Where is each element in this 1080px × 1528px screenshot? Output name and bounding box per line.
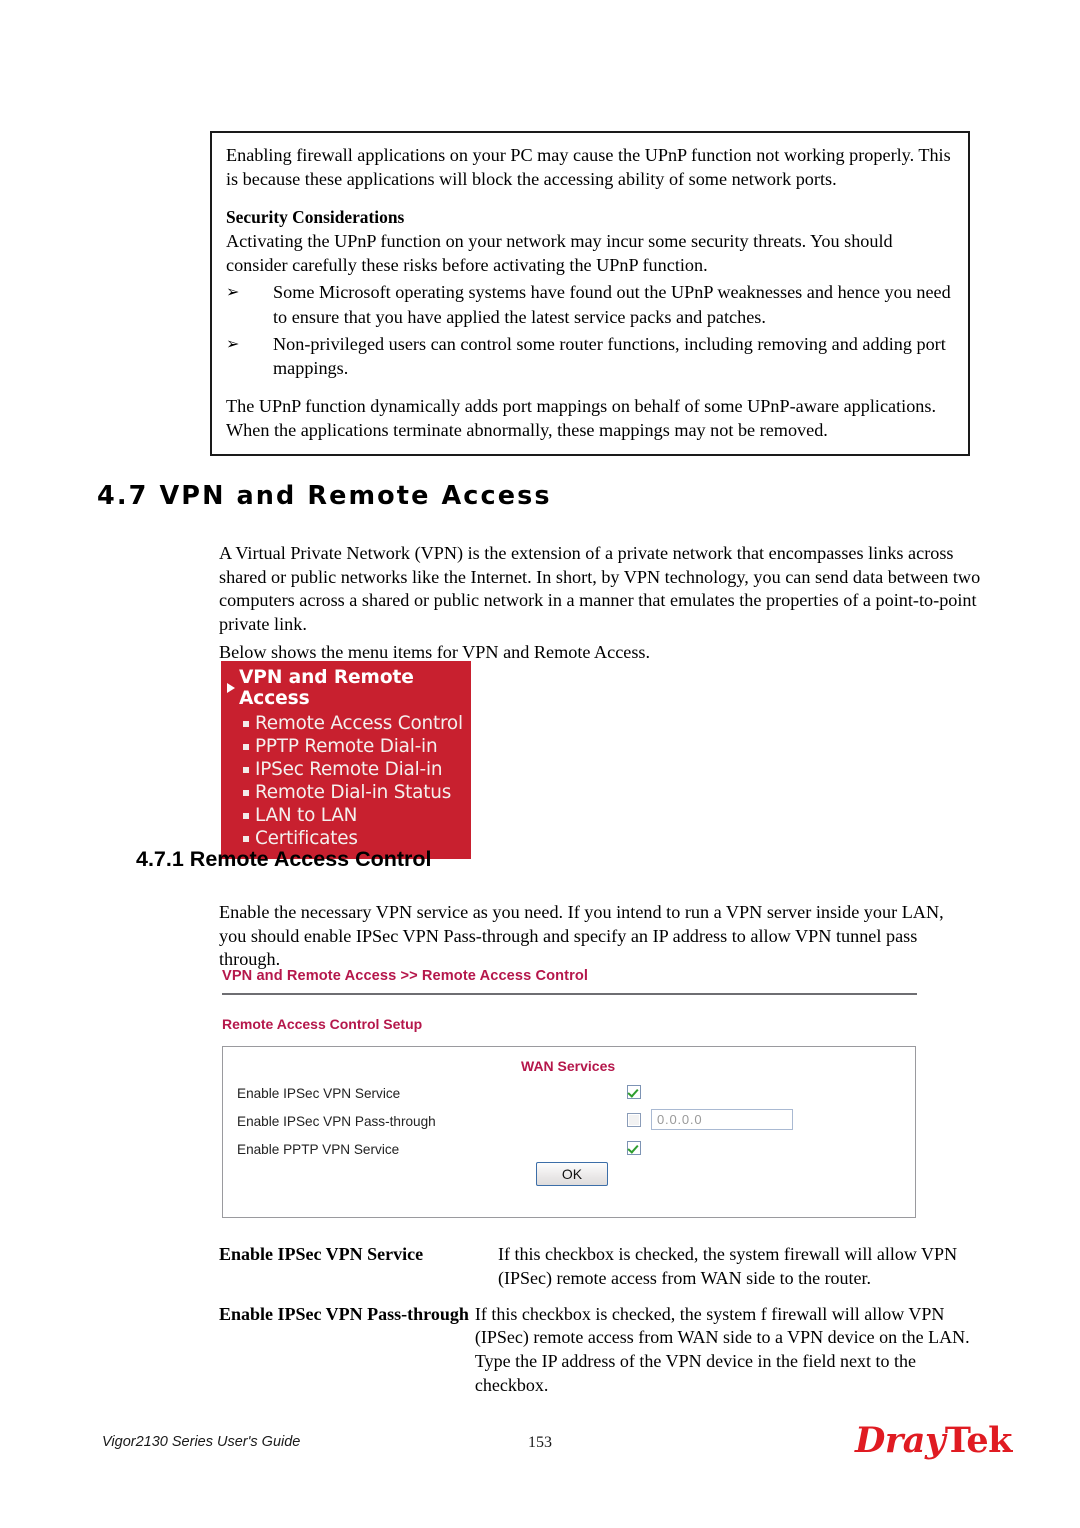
definition-term: Enable IPSec VPN Service — [219, 1244, 424, 1264]
square-bullet-icon — [243, 835, 249, 842]
vpn-menu-block: VPN and Remote Access Remote Access Cont… — [221, 661, 471, 859]
callout-paragraph-2: Activating the UPnP function on your net… — [226, 230, 893, 276]
definition-item: Enable IPSec VPN Pass-through If this ch… — [219, 1303, 979, 1398]
breadcrumb: VPN and Remote Access >> Remote Access C… — [222, 968, 589, 984]
ok-button[interactable]: OK — [536, 1162, 608, 1186]
menu-item-label: IPSec Remote Dial-in — [255, 759, 443, 780]
security-callout-box: Enabling firewall applications on your P… — [210, 131, 970, 457]
logo-primary-text: Dray — [855, 1420, 945, 1461]
menu-item-remote-access-control[interactable]: Remote Access Control — [221, 712, 471, 735]
menu-item-remote-dial-in-status[interactable]: Remote Dial-in Status — [221, 781, 471, 804]
arrow-bullet-icon: ➢ — [226, 334, 240, 354]
checkbox-enable-pptp-vpn-service[interactable] — [627, 1141, 641, 1155]
triangle-right-icon — [227, 683, 235, 693]
callout-heading: Security Considerations — [226, 206, 405, 227]
callout-bullet-text: Some Microsoft operating systems have fo… — [273, 282, 951, 327]
section-intro-paragraph: A Virtual Private Network (VPN) is the e… — [219, 543, 981, 634]
callout-paragraph-1: Enabling firewall applications on your P… — [226, 145, 951, 190]
arrow-bullet-icon: ➢ — [226, 282, 240, 302]
wan-services-panel: WAN Services Enable IPSec VPN Service En… — [222, 1046, 916, 1218]
form-row-ipsec-vpn-service: Enable IPSec VPN Service — [237, 1083, 903, 1107]
callout-bullet-item: ➢ Some Microsoft operating systems have … — [226, 280, 954, 329]
callout-paragraph-3: The UPnP function dynamically adds port … — [226, 395, 937, 440]
section-heading: 4.7 VPN and Remote Access — [97, 481, 552, 511]
menu-item-label: Remote Dial-in Status — [255, 782, 452, 803]
menu-item-label: Certificates — [255, 828, 358, 849]
menu-item-label: PPTP Remote Dial-in — [255, 736, 438, 757]
definition-item: Enable IPSec VPN Service If this checkbo… — [219, 1243, 979, 1291]
footer-page-number: 153 — [528, 1434, 552, 1451]
subsection-intro-paragraph: Enable the necessary VPN service as you … — [219, 902, 944, 970]
menu-header-label: VPN and Remote Access — [239, 667, 414, 709]
menu-item-ipsec-remote-dial-in[interactable]: IPSec Remote Dial-in — [221, 758, 471, 781]
checkbox-enable-ipsec-vpn-pass-through[interactable] — [627, 1113, 641, 1127]
definition-description: If this checkbox is checked, the system … — [498, 1244, 958, 1288]
logo-secondary-text: Tek — [944, 1420, 1013, 1461]
setup-section-label: Remote Access Control Setup — [222, 1016, 423, 1032]
square-bullet-icon — [243, 720, 249, 727]
square-bullet-icon — [243, 812, 249, 819]
square-bullet-icon — [243, 766, 249, 773]
form-row-pptp-vpn-service: Enable PPTP VPN Service — [237, 1139, 903, 1163]
form-row-ipsec-vpn-pass-through: Enable IPSec VPN Pass-through 0.0.0.0 — [237, 1109, 903, 1135]
router-config-screenshot: VPN and Remote Access >> Remote Access C… — [222, 968, 917, 1218]
ip-address-input[interactable]: 0.0.0.0 — [651, 1109, 793, 1130]
menu-item-label: LAN to LAN — [255, 805, 358, 826]
definition-list: Enable IPSec VPN Service If this checkbo… — [219, 1243, 979, 1410]
square-bullet-icon — [243, 743, 249, 750]
breadcrumb-divider — [222, 993, 917, 995]
definition-description: If this checkbox is checked, the system … — [474, 1303, 970, 1395]
definition-term: Enable IPSec VPN Pass-through — [219, 1303, 469, 1324]
callout-bullet-item: ➢ Non-privileged users can control some … — [226, 332, 954, 381]
row-label: Enable IPSec VPN Service — [237, 1086, 401, 1101]
square-bullet-icon — [243, 789, 249, 796]
callout-bullet-text: Non-privileged users can control some ro… — [273, 334, 946, 379]
menu-header[interactable]: VPN and Remote Access — [221, 665, 471, 712]
checkbox-enable-ipsec-vpn-service[interactable] — [627, 1085, 641, 1099]
menu-item-lan-to-lan[interactable]: LAN to LAN — [221, 804, 471, 827]
row-label: Enable PPTP VPN Service — [237, 1142, 400, 1157]
column-header-wan-services: WAN Services — [521, 1058, 616, 1074]
menu-item-label: Remote Access Control — [255, 713, 463, 734]
row-label: Enable IPSec VPN Pass-through — [237, 1114, 436, 1129]
draytek-logo: DrayTek — [855, 1420, 1012, 1461]
footer-guide-title: Vigor2130 Series User's Guide — [102, 1434, 301, 1450]
subsection-heading: 4.7.1 Remote Access Control — [136, 847, 432, 871]
menu-item-pptp-remote-dial-in[interactable]: PPTP Remote Dial-in — [221, 735, 471, 758]
